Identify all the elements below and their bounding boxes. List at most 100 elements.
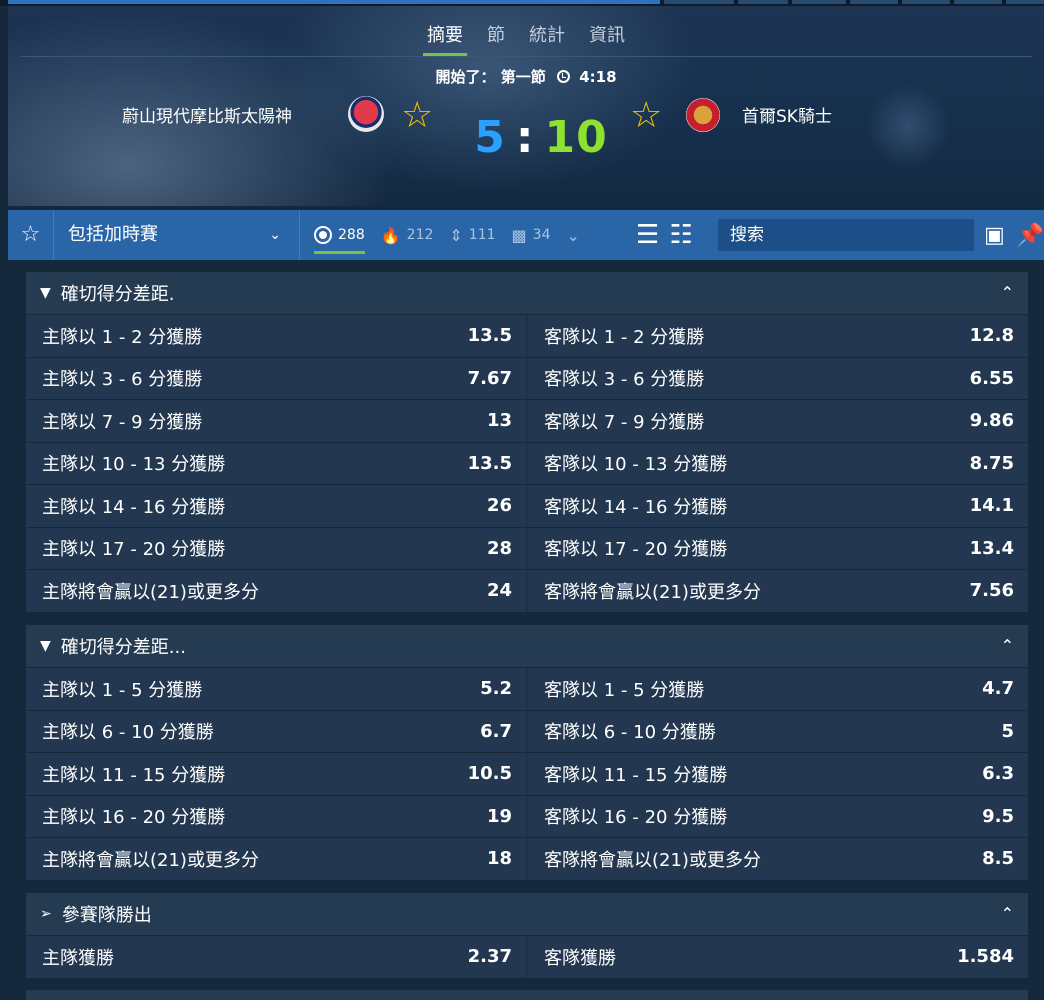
selection-label: 客隊以 16 - 20 分獲勝 <box>544 807 728 829</box>
odds-cell[interactable]: 主隊將會贏以(21)或更多分 24 <box>26 570 526 612</box>
odds-cell[interactable]: 客隊以 10 - 13 分獲勝 8.75 <box>528 442 1028 484</box>
pin-icon[interactable]: ▼ <box>40 638 51 654</box>
selection-label: 客隊將會贏以(21)或更多分 <box>544 581 761 603</box>
selection-label: 主隊將會贏以(21)或更多分 <box>42 581 259 603</box>
odds-value: 6.7 <box>480 720 512 742</box>
status-prefix: 開始了： <box>435 68 496 86</box>
odds-value: 2.37 <box>467 946 512 968</box>
favorite-away-star-icon[interactable]: ☆ <box>630 98 662 134</box>
odds-cell[interactable]: 客隊以 11 - 15 分獲勝 6.3 <box>528 753 1028 795</box>
top-tab[interactable] <box>1006 0 1044 4</box>
odds-cell[interactable]: 客隊以 7 - 9 分獲勝 9.86 <box>528 400 1028 442</box>
odds-value: 8.5 <box>982 848 1014 870</box>
odds-cell[interactable]: 主隊以 14 - 16 分獲勝 26 <box>26 485 526 527</box>
more-groups-button[interactable]: ⌄ <box>566 210 585 260</box>
odds-cell[interactable]: 主隊以 16 - 20 分獲勝 19 <box>26 795 526 837</box>
pin-icon[interactable]: ➢ <box>40 906 52 922</box>
odds-cell[interactable]: 客隊以 1 - 5 分獲勝 4.7 <box>528 668 1028 710</box>
odds-cell[interactable]: 主隊以 7 - 9 分獲勝 13 <box>26 400 526 442</box>
market-row: 主隊將會贏以(21)或更多分 24 客隊將會贏以(21)或更多分 7.56 <box>26 569 1028 612</box>
tab-all-markets[interactable]: 288 <box>314 210 365 260</box>
top-tab[interactable] <box>902 0 950 4</box>
match-header: 摘要 節 統計 資訊 開始了： 第一節 4:18 蔚山現代摩比斯太陽神 ☆ 5:… <box>8 6 1044 206</box>
count-handicap: 111 <box>468 227 496 243</box>
odds-value: 13.5 <box>467 452 512 474</box>
selection-label: 主隊以 10 - 13 分獲勝 <box>42 454 226 476</box>
odds-cell[interactable]: 主隊以 10 - 13 分獲勝 13.5 <box>26 442 526 484</box>
odds-cell[interactable]: 主隊以 1 - 5 分獲勝 5.2 <box>26 668 526 710</box>
odds-cell[interactable]: 主隊以 1 - 2 分獲勝 13.5 <box>26 315 526 357</box>
favorites-star-icon[interactable]: ☆ <box>8 210 54 260</box>
chevron-down-icon: ⌄ <box>566 225 580 245</box>
market-row: 主隊獲勝 2.37 客隊獲勝 1.584 <box>26 935 1028 978</box>
market-header[interactable]: ▼ 確切得分差距. ⌃ <box>26 272 1028 314</box>
market-row: 主隊將會贏以(21)或更多分 18 客隊將會贏以(21)或更多分 8.5 <box>26 837 1028 880</box>
tab-stats[interactable]: 統計 <box>517 22 577 56</box>
odds-cell[interactable]: 客隊以 16 - 20 分獲勝 9.5 <box>528 795 1028 837</box>
market-row: 主隊以 16 - 20 分獲勝 19 客隊以 16 - 20 分獲勝 9.5 <box>26 794 1028 837</box>
market-row: 主隊以 10 - 13 分獲勝 13.5 客隊以 10 - 13 分獲勝 8.75 <box>26 441 1028 484</box>
odds-cell[interactable]: 主隊將會贏以(21)或更多分 18 <box>26 838 526 880</box>
market-title: 確切得分差距. <box>60 284 175 305</box>
odds-cell[interactable]: 主隊以 3 - 6 分獲勝 7.67 <box>26 357 526 399</box>
grid-view-icon[interactable]: ☷ <box>669 220 692 250</box>
odds-value: 5 <box>1001 720 1014 742</box>
search-input[interactable]: 搜索 <box>718 219 974 251</box>
odds-cell[interactable]: 客隊將會贏以(21)或更多分 8.5 <box>528 838 1028 880</box>
selection-label: 客隊以 6 - 10 分獲勝 <box>544 722 716 744</box>
selection-label: 客隊以 7 - 9 分獲勝 <box>544 411 705 433</box>
selection-label: 客隊以 14 - 16 分獲勝 <box>544 496 728 518</box>
collapse-all-icon[interactable]: ▣ <box>984 223 1005 248</box>
selection-label: 主隊以 14 - 16 分獲勝 <box>42 496 226 518</box>
market-header[interactable]: ▼ 確切得分差距... ⌃ <box>26 625 1028 667</box>
top-tab[interactable] <box>738 0 788 4</box>
tab-stats-markets[interactable]: ▩ 34 <box>512 210 551 260</box>
odds-cell[interactable]: 客隊以 14 - 16 分獲勝 14.1 <box>528 485 1028 527</box>
selection-label: 客隊以 1 - 2 分獲勝 <box>544 326 705 348</box>
clock-icon <box>556 70 570 83</box>
top-tab[interactable] <box>850 0 898 4</box>
market-row: 主隊以 1 - 5 分獲勝 5.2 客隊以 1 - 5 分獲勝 4.7 <box>26 667 1028 710</box>
tab-info[interactable]: 資訊 <box>577 22 637 56</box>
period-filter-select[interactable]: 包括加時賽 ⌄ <box>54 210 300 260</box>
away-team-name[interactable]: 首爾SK騎士 <box>742 102 832 127</box>
tab-popular-markets[interactable]: 🔥 212 <box>381 210 434 260</box>
markets-toolbar: ☆ 包括加時賽 ⌄ 288 🔥 212 ⇕ 111 ▩ 34 ⌄ ☰ ☷ 搜索 … <box>8 210 1044 260</box>
score-separator: : <box>515 112 535 163</box>
selection-label: 主隊以 1 - 5 分獲勝 <box>42 679 203 701</box>
count-stats: 34 <box>532 227 551 243</box>
odds-cell[interactable]: 客隊將會贏以(21)或更多分 7.56 <box>528 570 1028 612</box>
market-row: 主隊以 11 - 15 分獲勝 10.5 客隊以 11 - 15 分獲勝 6.3 <box>26 752 1028 795</box>
list-view-icon[interactable]: ☰ <box>636 220 659 250</box>
top-tab[interactable] <box>664 0 734 4</box>
odds-cell[interactable]: 主隊以 11 - 15 分獲勝 10.5 <box>26 753 526 795</box>
selection-label: 客隊以 17 - 20 分獲勝 <box>544 539 728 561</box>
tab-periods[interactable]: 節 <box>475 22 517 56</box>
market-header[interactable]: ➢ 參賽隊勝出 ⌃ <box>26 893 1028 935</box>
market-title: 確切得分差距... <box>60 637 186 658</box>
market-match-winner: ➢ 參賽隊勝出 ⌃ 主隊獲勝 2.37 客隊獲勝 1.584 <box>26 893 1028 978</box>
next-market-header[interactable] <box>26 990 1028 1000</box>
tab-handicap-markets[interactable]: ⇕ 111 <box>449 210 495 260</box>
chevron-up-icon[interactable]: ⌃ <box>1001 625 1014 667</box>
market-row: 主隊以 7 - 9 分獲勝 13 客隊以 7 - 9 分獲勝 9.86 <box>26 399 1028 442</box>
odds-cell[interactable]: 主隊以 6 - 10 分獲勝 6.7 <box>26 710 526 752</box>
top-tab[interactable] <box>792 0 846 4</box>
chevron-up-icon[interactable]: ⌃ <box>1001 893 1014 935</box>
odds-cell[interactable]: 主隊獲勝 2.37 <box>26 936 526 978</box>
odds-cell[interactable]: 客隊以 3 - 6 分獲勝 6.55 <box>528 357 1028 399</box>
count-popular: 212 <box>406 227 434 243</box>
odds-cell[interactable]: 客隊以 17 - 20 分獲勝 13.4 <box>528 527 1028 569</box>
top-tab[interactable] <box>954 0 1002 4</box>
tab-summary[interactable]: 摘要 <box>415 22 475 56</box>
odds-value: 24 <box>486 580 512 602</box>
chevron-up-icon[interactable]: ⌃ <box>1001 272 1014 314</box>
odds-cell[interactable]: 主隊以 17 - 20 分獲勝 28 <box>26 527 526 569</box>
odds-cell[interactable]: 客隊獲勝 1.584 <box>528 936 1028 978</box>
odds-cell[interactable]: 客隊以 6 - 10 分獲勝 5 <box>528 710 1028 752</box>
pin-icon[interactable]: 📌 <box>1017 223 1044 248</box>
odds-cell[interactable]: 客隊以 1 - 2 分獲勝 12.8 <box>528 315 1028 357</box>
selection-label: 主隊以 17 - 20 分獲勝 <box>42 539 226 561</box>
pin-icon[interactable]: ▼ <box>40 285 51 301</box>
header-divider <box>20 56 1032 57</box>
